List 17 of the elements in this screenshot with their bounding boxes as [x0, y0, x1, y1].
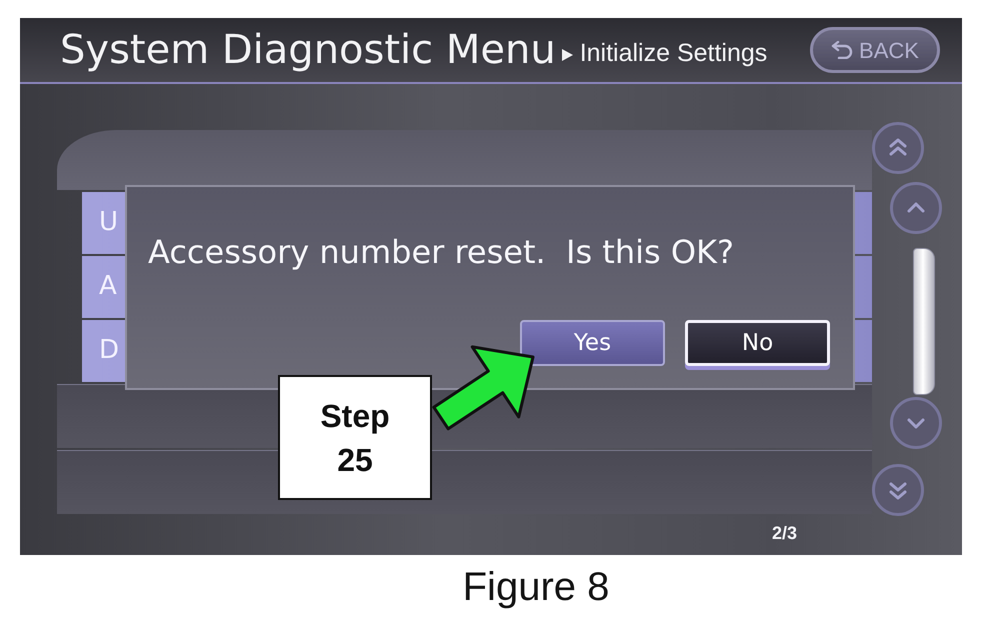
dialog-message: Accessory number reset. Is this OK? — [148, 233, 736, 272]
double-chevron-down-icon[interactable] — [872, 464, 924, 516]
chevron-down-icon[interactable] — [890, 397, 942, 449]
step-callout: Step 25 — [278, 375, 432, 500]
dialog-button[interactable]: Yes — [520, 320, 665, 366]
chevron-up-icon[interactable] — [890, 182, 942, 234]
list-item-text: U — [99, 207, 118, 239]
breadcrumb-label: Initialize Settings — [580, 38, 768, 70]
scroll-bar[interactable] — [913, 248, 935, 395]
list-item-text: A — [99, 271, 117, 303]
figure-caption: Figure 8 — [462, 564, 610, 610]
double-chevron-up-icon[interactable] — [872, 122, 924, 174]
screen-title: System Diagnostic Menu — [60, 28, 556, 72]
list-item-text: D — [99, 335, 120, 367]
page-indicator: 2/3 — [772, 522, 797, 545]
back-arrow-icon — [831, 41, 854, 59]
breadcrumb-arrow-icon — [562, 49, 573, 61]
